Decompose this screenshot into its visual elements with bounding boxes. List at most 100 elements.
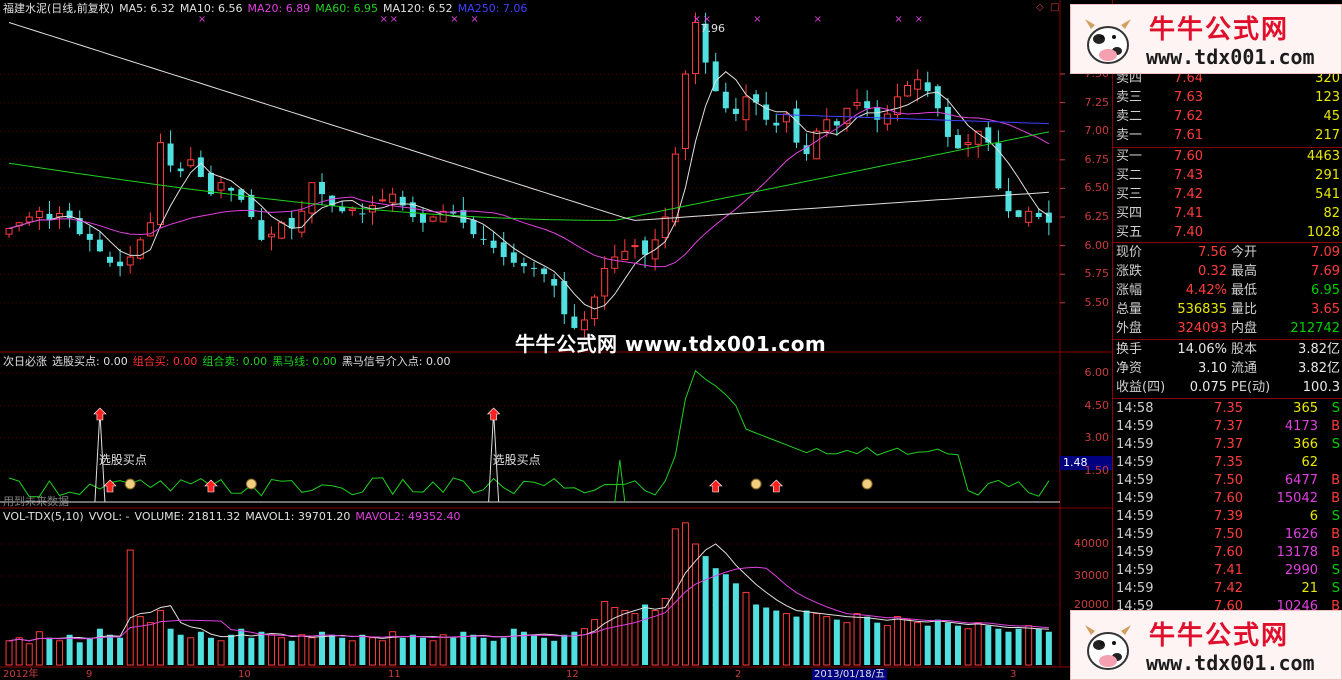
volume-bar-down xyxy=(450,637,457,665)
volume-bar-down xyxy=(207,637,214,665)
volume-bar-up xyxy=(35,631,43,666)
stat-value: 7.69 xyxy=(1311,264,1340,279)
volume-bar-up xyxy=(25,643,33,666)
volume-bar-down xyxy=(339,637,346,665)
money-bag-icon xyxy=(861,478,873,490)
order-book-row: 买五 7.40 1028 xyxy=(1113,224,1342,242)
tick-volume: 365 xyxy=(1293,401,1318,416)
stat-value: 3.65 xyxy=(1311,302,1340,317)
money-bag-icon xyxy=(750,478,762,490)
menu-box-icon[interactable]: □ xyxy=(1050,2,1059,13)
stat-value: 3.82亿 xyxy=(1298,361,1340,376)
tick-volume: 21 xyxy=(1301,581,1318,596)
candle-body-up xyxy=(1025,210,1033,223)
stat-value: 3.82亿 xyxy=(1298,342,1340,357)
volume-bar-down xyxy=(177,634,184,665)
candle-body-up xyxy=(914,79,922,90)
stat-label: 净资 xyxy=(1116,361,1143,376)
candle-body-down xyxy=(722,91,729,109)
volume-bar-up xyxy=(782,613,790,666)
tick-time: 14:59 xyxy=(1116,545,1154,560)
tick-row[interactable]: 14:59 7.42 21 S xyxy=(1113,580,1342,598)
tick-row[interactable]: 14:59 7.37 366 S xyxy=(1113,436,1342,454)
tick-row[interactable]: 14:59 7.39 6 S xyxy=(1113,508,1342,526)
order-book-row: 买一 7.60 4463 xyxy=(1113,148,1342,166)
stat-label: 外盘 xyxy=(1116,321,1143,336)
money-bag-icon xyxy=(245,478,257,490)
volume-bar-up xyxy=(217,640,225,666)
volume-bar-up xyxy=(126,549,134,666)
tick-row[interactable]: 14:58 7.35 365 S xyxy=(1113,400,1342,418)
tick-time: 14:59 xyxy=(1116,491,1154,506)
volume-bar-down xyxy=(46,637,53,665)
volume-bar-down xyxy=(96,628,103,665)
candle-body-up xyxy=(439,210,447,223)
tick-price: 7.60 xyxy=(1214,545,1243,560)
volume-bar-down xyxy=(490,640,497,665)
tick-side: S xyxy=(1331,581,1340,596)
volume-bar-down xyxy=(773,610,780,665)
candle-body-down xyxy=(541,268,548,275)
tick-row[interactable]: 14:59 7.50 1626 B xyxy=(1113,526,1342,544)
x-label-month: 3 xyxy=(1010,669,1017,680)
order-book-row: 买三 7.42 541 xyxy=(1113,186,1342,204)
tick-row[interactable]: 14:59 7.35 62 xyxy=(1113,454,1342,472)
volume-bar-down xyxy=(722,574,729,665)
tick-row[interactable]: 14:59 7.60 15042 B xyxy=(1113,490,1342,508)
candle-body-down xyxy=(490,240,497,248)
order-book-row: 卖一 7.61 217 xyxy=(1113,127,1342,145)
stat-value: 4.42% xyxy=(1185,283,1227,298)
volume-bar-up xyxy=(813,613,821,666)
cursor-date-box: 2013/01/18/五 xyxy=(812,669,888,680)
watermark-url-text: www.tdx001.com xyxy=(1146,651,1315,675)
tick-side: S xyxy=(1331,509,1340,524)
volume-bar-up xyxy=(611,607,619,666)
tick-price: 7.50 xyxy=(1214,473,1243,488)
candle-body-down xyxy=(551,279,558,286)
volume-bar-down xyxy=(238,628,245,665)
kline-chart-area[interactable]: 7.96 × × × × × × × × × × × 选股买点 选股买点 用到未来数据 福建水泥(日线,前复… xyxy=(0,0,1112,680)
tick-side: B xyxy=(1331,527,1340,542)
volume-bar-down xyxy=(803,610,810,665)
order-volume: 291 xyxy=(1315,168,1340,183)
candle-body-down xyxy=(359,213,366,215)
volume-bar-down xyxy=(833,619,840,665)
volume-bar-down xyxy=(551,640,558,665)
tick-price: 7.35 xyxy=(1214,401,1243,416)
tick-volume: 1626 xyxy=(1284,527,1318,542)
candle-body-up xyxy=(308,182,316,214)
volume-bar-up xyxy=(5,640,13,666)
tick-row[interactable]: 14:59 7.41 2990 S xyxy=(1113,562,1342,580)
volume-bar-down xyxy=(359,634,366,665)
candle-body-down xyxy=(96,239,103,252)
candle-body-up xyxy=(883,113,891,125)
stat-row: 外盘 324093 内盘 212742 xyxy=(1113,320,1342,338)
watermark-logo-top: 牛牛公式网 www.tdx001.com xyxy=(1070,4,1342,74)
volume-bar-down xyxy=(419,637,426,665)
signal-marker: × xyxy=(753,14,761,25)
tick-row[interactable]: 14:59 7.37 4173 B xyxy=(1113,418,1342,436)
stat-row: 净资 3.10 流通 3.82亿 xyxy=(1113,360,1342,378)
buy-arrow-icon xyxy=(486,407,501,421)
future-data-label: 用到未来数据 xyxy=(3,494,69,508)
order-price: 7.40 xyxy=(1174,225,1203,240)
stat-label: 涨幅 xyxy=(1116,283,1143,298)
tick-price: 7.39 xyxy=(1214,509,1243,524)
volume-bar-up xyxy=(591,619,599,666)
tick-row[interactable]: 14:59 7.50 6477 B xyxy=(1113,472,1342,490)
order-price: 7.61 xyxy=(1174,128,1203,143)
volume-bar-up xyxy=(651,610,659,666)
tick-volume: 15042 xyxy=(1276,491,1318,506)
volume-bar-down xyxy=(763,607,770,665)
stat-value: 7.56 xyxy=(1198,245,1227,260)
diamond-icon[interactable]: ◇ xyxy=(1036,2,1044,13)
stat-value: 14.06% xyxy=(1177,342,1227,357)
cow-logo-icon xyxy=(1085,19,1131,64)
stat-label: 量比 xyxy=(1231,302,1258,317)
tick-row[interactable]: 14:59 7.60 13178 B xyxy=(1113,544,1342,562)
volume-tick-label: 40000 xyxy=(1074,537,1109,550)
candle-body-up xyxy=(823,119,831,132)
volume-bar-down xyxy=(197,631,204,665)
tick-time: 14:59 xyxy=(1116,509,1154,524)
tick-price: 7.35 xyxy=(1214,455,1243,470)
